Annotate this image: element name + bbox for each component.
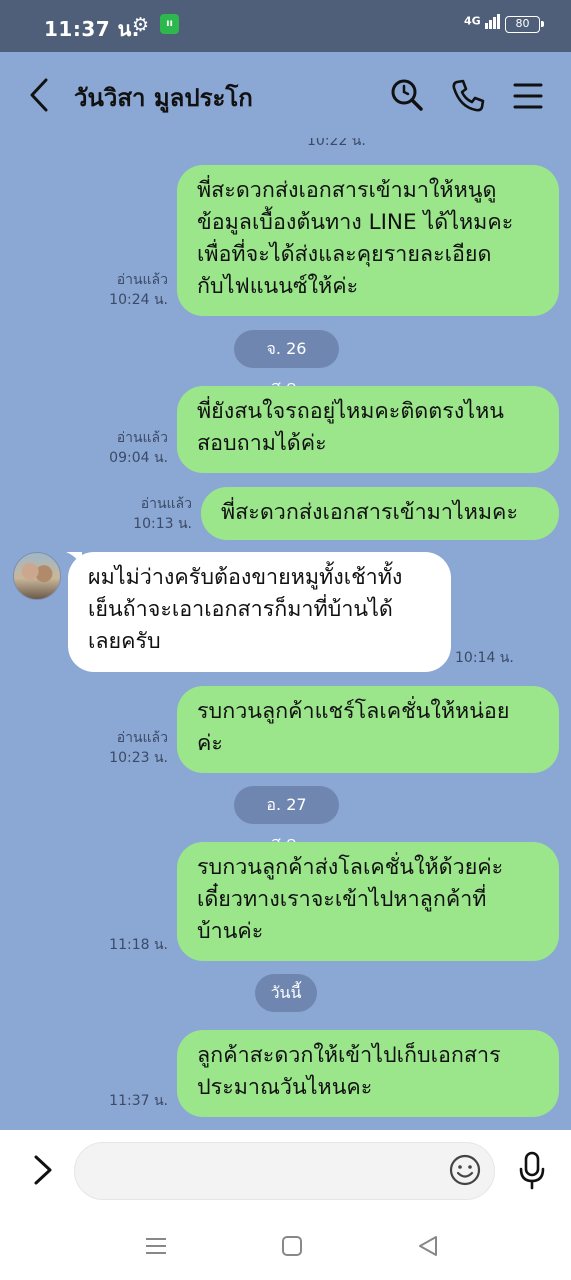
outgoing-message[interactable]: ลูกค้าสะดวกให้เข้าไปเก็บเอกสาร ประมาณวัน… — [177, 1030, 559, 1117]
emoji-icon[interactable] — [449, 1154, 481, 1186]
incoming-message[interactable]: ผมไม่ว่างครับต้องขายหมูทั้งเช้าทั้ง เย็น… — [68, 552, 451, 672]
status-bar: 11:37 น. ⚙ ıı 4G 80 — [0, 0, 571, 52]
outgoing-message[interactable]: รบกวนลูกค้าส่งโลเคชั่นให้ด้วยค่ะ เดี๋ยวท… — [177, 842, 559, 961]
back-icon[interactable] — [26, 76, 56, 114]
message-meta: อ่านแล้ว 09:04 น. — [100, 428, 168, 468]
outgoing-message[interactable]: พี่ยังสนใจรถอยู่ไหมคะติดตรงไหน สอบถามได้… — [177, 386, 559, 473]
date-separator: วันนี้ — [255, 974, 317, 1012]
menu-icon[interactable] — [508, 76, 548, 116]
message-meta: อ่านแล้ว 10:23 น. — [100, 728, 168, 768]
message-time: 10:13 น. — [133, 516, 192, 532]
message-list[interactable]: 10:22 น. อ่านแล้ว 10:24 น. พี่สะดวกส่งเอ… — [0, 138, 571, 1130]
outgoing-message[interactable]: พี่สะดวกส่งเอกสารเข้ามาให้หนูดู ข้อมูลเบ… — [177, 165, 559, 316]
battery-indicator: 80 — [505, 16, 544, 33]
chat-header: วันวิสา มูลประโก — [0, 52, 571, 138]
date-separator: จ. 26 ส.ค. — [234, 330, 339, 396]
message-time: 10:22 น. — [307, 138, 366, 149]
message-time: 09:04 น. — [109, 450, 168, 466]
message-time: 11:18 น. — [109, 937, 168, 953]
chat-title: วันวิสา มูลประโก — [74, 84, 253, 112]
search-icon[interactable] — [388, 76, 428, 116]
message-meta: อ่านแล้ว 10:13 น. — [124, 494, 192, 534]
date-separator: อ. 27 ส.ค. — [234, 786, 339, 852]
message-meta: อ่านแล้ว 10:24 น. — [100, 270, 168, 310]
back-nav-icon[interactable] — [414, 1232, 442, 1260]
message-time: 10:23 น. — [109, 750, 168, 766]
home-icon[interactable] — [278, 1232, 306, 1260]
message-time: 10:24 น. — [109, 292, 168, 308]
expand-icon[interactable] — [30, 1152, 56, 1188]
outgoing-message[interactable]: พี่สะดวกส่งเอกสารเข้ามาไหมคะ — [201, 487, 559, 540]
contact-avatar[interactable] — [13, 552, 61, 600]
app-notification-icon: ıı — [160, 14, 179, 34]
message-time: 10:14 น. — [455, 650, 514, 666]
recent-apps-icon[interactable] — [142, 1232, 170, 1260]
message-input[interactable] — [74, 1142, 495, 1200]
message-time: 11:37 น. — [109, 1093, 168, 1109]
system-nav-bar — [0, 1212, 571, 1280]
read-receipt: อ่านแล้ว — [116, 272, 168, 288]
status-time: 11:37 น. — [44, 17, 140, 41]
read-receipt: อ่านแล้ว — [116, 430, 168, 446]
read-receipt: อ่านแล้ว — [140, 496, 192, 512]
read-receipt: อ่านแล้ว — [116, 730, 168, 746]
signal-icon: 4G — [464, 14, 501, 29]
gear-icon: ⚙ — [132, 14, 150, 36]
phone-icon[interactable] — [448, 76, 488, 116]
message-input-bar — [0, 1130, 571, 1212]
mic-icon[interactable] — [517, 1150, 547, 1190]
network-type: 4G — [464, 14, 481, 28]
outgoing-message[interactable]: รบกวนลูกค้าแชร์โลเคชั่นให้หน่อย ค่ะ — [177, 686, 559, 773]
